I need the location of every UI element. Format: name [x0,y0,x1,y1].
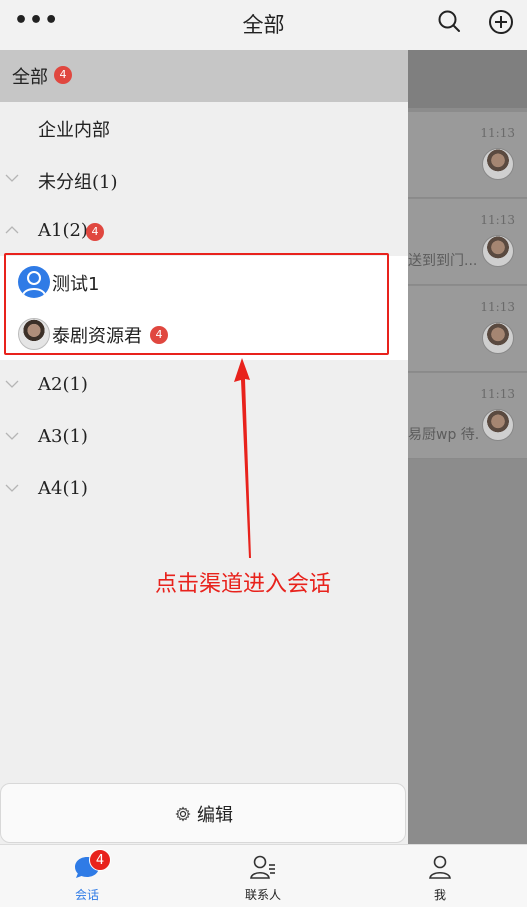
edit-button[interactable]: 编辑 [0,783,406,843]
group-drawer: 全部 4 企业内部 未分组(1) A1(2) 4 测试1 泰剧资源君 4 A2(… [0,50,408,844]
conversation-time: 11:13 [480,387,515,401]
group-label: A4(1) [38,478,88,499]
unread-badge: 4 [89,849,111,871]
conversation-item[interactable]: 11:13 送到到门... [408,199,527,285]
contacts-icon [250,855,275,879]
annotation-arrow [234,358,251,558]
group-row-ungrouped[interactable]: 未分组(1) [0,154,408,206]
group-label: A1(2) [38,220,88,241]
unread-badge: 4 [86,223,104,241]
highlight-box [4,253,389,355]
avatar [482,235,514,267]
chevron-down-icon [4,428,20,444]
tab-label: 联系人 [244,888,281,902]
add-circle-icon[interactable] [488,9,514,35]
edit-label: 编辑 [197,805,233,826]
conversation-time: 11:13 [480,213,515,227]
conversation-item[interactable]: 11:13 [408,112,527,198]
avatar [482,409,514,441]
all-header[interactable]: 全部 4 [0,50,408,102]
group-row-a1[interactable]: A1(2) 4 [0,206,408,258]
tab-conversations[interactable]: 4 会话 [27,845,147,907]
top-bar: ••• 全部 [0,0,527,50]
conversation-time: 11:13 [480,300,515,314]
tab-label: 会话 [74,888,99,902]
gear-icon [175,806,191,822]
conversation-preview: 送到到门... [408,253,478,269]
group-label: 企业内部 [38,120,110,141]
avatar [482,148,514,180]
group-row-a2[interactable]: A2(1) [0,360,408,412]
person-icon [429,855,451,879]
all-label: 全部 [12,67,48,88]
chevron-down-icon [4,376,20,392]
group-label: 未分组(1) [38,172,118,193]
conversation-list-header [408,50,527,108]
group-row-a3[interactable]: A3(1) [0,412,408,464]
avatar [482,322,514,354]
search-icon[interactable] [437,9,461,33]
chevron-down-icon [4,480,20,496]
group-row-internal[interactable]: 企业内部 [0,102,408,154]
chevron-up-icon [4,222,20,238]
tab-me[interactable]: 我 [380,845,500,907]
conversation-preview: 易厨wp 待... [408,427,480,443]
conversation-item[interactable]: 11:13 易厨wp 待... [408,373,527,459]
tab-contacts[interactable]: 联系人 [203,845,323,907]
conversation-item[interactable]: 11:13 [408,286,527,372]
group-row-a4[interactable]: A4(1) [0,464,408,516]
annotation-text: 点击渠道进入会话 [155,572,332,597]
chevron-down-icon [4,170,20,186]
group-label: A3(1) [38,426,88,447]
conversation-list: 11:13 11:13 送到到门... 11:13 11:13 易厨wp 待..… [408,50,527,844]
tab-bar: 4 会话 联系人 我 [0,844,527,907]
tab-label: 我 [433,888,446,902]
group-label: A2(1) [38,374,88,395]
unread-badge: 4 [54,66,72,84]
conversation-time: 11:13 [480,126,515,140]
